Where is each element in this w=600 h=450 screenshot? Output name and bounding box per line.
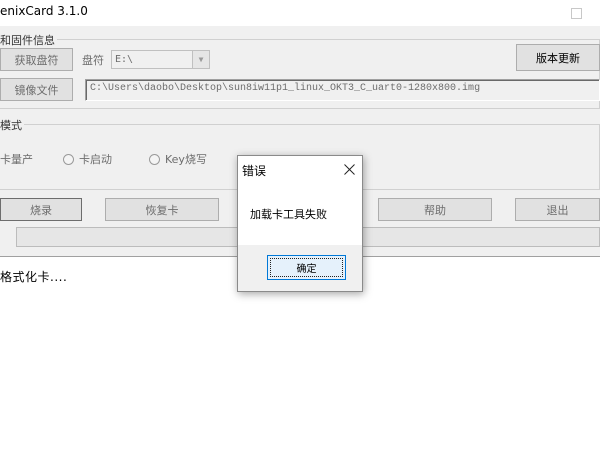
radio-card-production-label: 卡量产	[0, 153, 33, 166]
drive-label: 盘符	[82, 54, 104, 67]
dialog-title: 错误	[242, 164, 267, 178]
dialog-message: 加载卡工具失败	[250, 208, 327, 221]
window-title-bar	[0, 0, 600, 26]
get-drive-button[interactable]: 获取盘符	[0, 48, 73, 71]
drive-select[interactable]: E:\ ▼	[111, 50, 210, 69]
radio-dot-icon	[149, 153, 160, 165]
help-button[interactable]: 帮助	[378, 198, 492, 221]
drive-select-value: E:\	[115, 54, 134, 65]
radio-key-burn-label: Key烧写	[165, 153, 207, 166]
mode-group-title: 模式	[0, 117, 24, 133]
chevron-down-icon: ▼	[192, 51, 209, 68]
restore-card-button[interactable]: 恢复卡	[105, 198, 219, 221]
radio-card-boot[interactable]: 卡启动	[63, 151, 112, 167]
window-title: enixCard 3.1.0	[0, 4, 88, 18]
image-file-button[interactable]: 镜像文件	[0, 78, 73, 101]
dialog-ok-label: 确定	[270, 258, 343, 277]
maximize-icon	[570, 7, 582, 19]
error-dialog: 错误 加载卡工具失败 确定	[237, 155, 363, 292]
version-update-button[interactable]: 版本更新	[516, 44, 600, 71]
close-icon	[343, 163, 355, 175]
radio-card-boot-label: 卡启动	[79, 153, 112, 166]
radio-key-burn[interactable]: Key烧写	[149, 151, 207, 167]
maximize-button[interactable]	[556, 0, 596, 26]
radio-card-production[interactable]: 卡量产	[0, 151, 33, 167]
dialog-close-button[interactable]	[338, 158, 360, 180]
log-line: 格式化卡....	[0, 270, 68, 284]
burn-button[interactable]: 烧录	[0, 198, 82, 221]
device-firmware-group-title: 和固件信息	[0, 32, 57, 48]
dialog-ok-button[interactable]: 确定	[267, 255, 346, 280]
exit-button[interactable]: 退出	[515, 198, 600, 221]
radio-dot-icon	[63, 153, 74, 165]
image-path-field[interactable]: C:\Users\daobo\Desktop\sun8iw11p1_linux_…	[85, 79, 600, 101]
